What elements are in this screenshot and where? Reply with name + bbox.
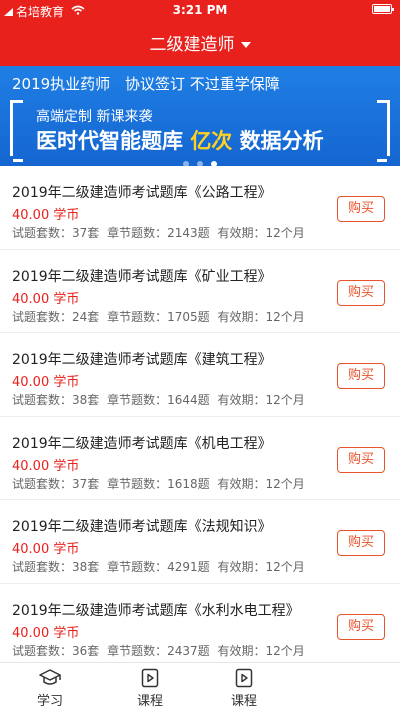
chapter-question-count: 章节题数：1618题 (107, 476, 210, 491)
course-price: 40.00 学币 (12, 458, 80, 474)
course-item[interactable]: 2019年二级建造师考试题库《矿业工程》 40.00 学币 试题套数：24套 章节题… (0, 250, 400, 333)
page-title-dropdown[interactable]: 二级建造师 (0, 30, 400, 55)
banner-tagline: 医时代智能题库 亿次 数据分析 (36, 125, 324, 155)
course-meta: 试题套数：37套 章节题数：2143题 有效期：12个月 (12, 224, 309, 241)
validity-period: 有效期：12个月 (217, 309, 305, 324)
banner-tagline-a: 医时代智能题库 (36, 129, 183, 153)
validity-period: 有效期：12个月 (217, 226, 305, 240)
chapter-question-count: 章节题数：1705题 (107, 309, 210, 324)
banner-tagline-b: 数据分析 (239, 129, 324, 153)
chapter-question-count: 章节题数：2143题 (107, 226, 210, 240)
validity-period: 有效期：12个月 (217, 643, 305, 658)
battery-icon (372, 4, 394, 14)
chapter-question-count: 章节题数：1644题 (107, 393, 210, 407)
validity-period: 有效期：12个月 (217, 476, 305, 491)
tab-study[interactable]: 学习 (20, 663, 80, 710)
course-meta: 试题套数：38套 章节题数：1644题 有效期：12个月 (12, 391, 309, 408)
course-title: 2019年二级建造师考试题库《水利水电工程》 (12, 602, 300, 619)
buy-button[interactable]: 购买 (337, 613, 385, 640)
battery-level (374, 6, 390, 12)
question-set-count: 试题套数：37套 (12, 226, 100, 240)
course-item[interactable]: 2019年二级建造师考试题库《法规知识》 40.00 学币 试题套数：38套 章节题… (0, 500, 400, 584)
app-header: 名培教育 3:21 PM 二级建造师 (0, 0, 400, 66)
course-price: 40.00 学币 (12, 291, 80, 307)
course-title: 2019年二级建造师考试题库《机电工程》 (12, 435, 272, 452)
course-list: 2019年二级建造师考试题库《公路工程》 40.00 学币 试题套数：37套 章节题… (0, 166, 400, 667)
carousel-dots (0, 152, 400, 166)
course-item[interactable]: 2019年二级建造师考试题库《公路工程》 40.00 学币 试题套数：37套 章节题… (0, 166, 400, 250)
promo-banner[interactable]: 2019执业药师 协议签订 不过重学保障 高端定制 新课来袭 医时代智能题库 亿… (0, 66, 400, 166)
buy-button[interactable]: 购买 (337, 530, 385, 556)
question-set-count: 试题套数：37套 (12, 476, 100, 491)
banner-tagline-highlight: 亿次 (190, 129, 233, 153)
course-item[interactable]: 2019年二级建造师考试题库《水利水电工程》 40.00 学币 试题套数：36套 章… (0, 584, 400, 667)
course-price: 40.00 学币 (12, 542, 80, 557)
tab-course[interactable]: 课程 (120, 663, 180, 710)
buy-button[interactable]: 购买 (337, 196, 385, 222)
tab-bar: 学习 课程 课程 (0, 662, 400, 710)
course-item[interactable]: 2019年二级建造师考试题库《建筑工程》 40.00 学币 试题套数：38套 章节题… (0, 333, 400, 417)
banner-headline-b: 协议签订 不过重学保障 (124, 75, 280, 93)
tab-course-label: 课程 (136, 694, 163, 709)
question-set-count: 试题套数：38套 (12, 393, 100, 407)
banner-headline: 2019执业药师 协议签订 不过重学保障 (12, 73, 280, 94)
course-title: 2019年二级建造师考试题库《矿业工程》 (12, 268, 272, 285)
course-price: 40.00 学币 (12, 208, 80, 223)
caret-down-icon (240, 42, 251, 48)
course-price: 40.00 学币 (12, 375, 80, 390)
status-time: 3:21 PM (172, 3, 228, 17)
chapter-question-count: 章节题数：4291题 (107, 560, 210, 574)
graduation-cap-icon (39, 669, 61, 685)
course-meta: 试题套数：36套 章节题数：2437题 有效期：12个月 (12, 642, 309, 659)
validity-period: 有效期：12个月 (217, 560, 305, 574)
course-title: 2019年二级建造师考试题库《公路工程》 (12, 185, 272, 201)
validity-period: 有效期：12个月 (217, 393, 305, 407)
course-title: 2019年二级建造师考试题库《建筑工程》 (12, 352, 272, 368)
course-meta: 试题套数：24套 章节题数：1705题 有效期：12个月 (12, 308, 309, 325)
page-title: 二级建造师 (149, 35, 235, 55)
buy-button[interactable]: 购买 (337, 446, 385, 473)
status-bar: 名培教育 3:21 PM (0, 0, 400, 20)
banner-headline-a: 2019执业药师 (12, 75, 111, 93)
course-meta: 试题套数：37套 章节题数：1618题 有效期：12个月 (12, 475, 309, 492)
buy-button[interactable]: 购买 (337, 279, 385, 306)
question-set-count: 试题套数：36套 (12, 643, 100, 658)
chapter-question-count: 章节题数：2437题 (107, 643, 210, 658)
play-document-icon (141, 668, 159, 688)
question-set-count: 试题套数：24套 (12, 309, 100, 324)
tab-study-label: 学习 (36, 694, 63, 709)
course-item[interactable]: 2019年二级建造师考试题库《机电工程》 40.00 学币 试题套数：37套 章节题… (0, 417, 400, 500)
buy-button[interactable]: 购买 (337, 363, 385, 389)
course-meta: 试题套数：38套 章节题数：4291题 有效期：12个月 (12, 558, 309, 575)
tab-course-2[interactable]: 课程 (214, 663, 274, 710)
play-document-icon (235, 668, 253, 688)
tab-course-2-label: 课程 (230, 694, 257, 709)
course-price: 40.00 学币 (12, 625, 80, 641)
question-set-count: 试题套数：38套 (12, 560, 100, 574)
status-right (372, 4, 394, 14)
banner-subtitle: 高端定制 新课来袭 (36, 109, 153, 125)
course-title: 2019年二级建造师考试题库《法规知识》 (12, 519, 272, 535)
